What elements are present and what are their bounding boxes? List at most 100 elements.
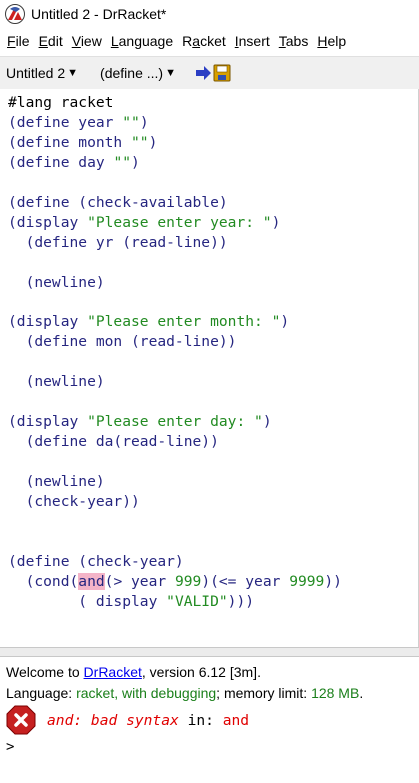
code-line: (cond(and(> year 999)(<= year 9999)) xyxy=(8,572,342,592)
menu-item[interactable]: Insert xyxy=(235,33,270,49)
code-token: "" xyxy=(113,153,132,171)
menu-item[interactable]: File xyxy=(7,33,30,49)
code-text[interactable]: #lang racket (define year "") (define mont… xyxy=(8,93,342,612)
menu-item-text: elp xyxy=(327,33,347,49)
code-line: (define month "") xyxy=(8,133,342,153)
code-token: (define year xyxy=(8,113,123,131)
code-token: (display xyxy=(8,313,88,331)
code-token: (cond( xyxy=(8,572,79,590)
code-token: 9999 xyxy=(289,572,325,590)
code-line: (define (check-year) xyxy=(8,552,342,572)
code-line: (newline) xyxy=(8,372,342,392)
definitions-editor[interactable]: #lang racket (define year "") (define mont… xyxy=(0,89,419,647)
code-token: (define da(read-line)) xyxy=(8,433,219,451)
code-token: "Please enter year: " xyxy=(87,213,272,231)
code-token: ) xyxy=(148,133,158,151)
menu-item-text: R xyxy=(182,33,193,49)
code-line: (newline) xyxy=(8,472,342,492)
definitions-dropdown-label: (define ...) xyxy=(100,65,164,81)
dropdown-arrow-icon: ▼ xyxy=(67,67,79,79)
code-line: (display "Please enter day: ") xyxy=(8,412,342,432)
menu-mnemonic: V xyxy=(71,33,81,49)
menu-mnemonic: H xyxy=(317,33,328,49)
menu-item[interactable]: Edit xyxy=(39,33,63,49)
title-bar: Untitled 2 - DrRacket* xyxy=(0,0,419,28)
language-end: . xyxy=(359,685,364,701)
repl-prompt[interactable]: > xyxy=(6,739,14,755)
window-title: Untitled 2 - DrRacket* xyxy=(31,6,167,22)
racket-logo-icon xyxy=(5,4,25,24)
menu-item-text: anguage xyxy=(118,33,174,49)
language-mid: ; memory limit: xyxy=(216,685,312,701)
code-line: (define year "") xyxy=(8,113,342,133)
error-x-icon[interactable] xyxy=(6,705,36,735)
menu-item[interactable]: Racket xyxy=(182,33,226,49)
code-token: (define mon (read-line)) xyxy=(8,333,237,351)
code-line: (newline) xyxy=(8,273,342,293)
pane-divider[interactable] xyxy=(0,647,419,657)
code-token: ( display xyxy=(8,592,167,610)
code-token: (check-year)) xyxy=(8,493,140,511)
dropdown-arrow-icon: ▼ xyxy=(165,67,176,79)
code-token: 999 xyxy=(174,572,202,590)
code-token: (define (check-year) xyxy=(8,552,184,570)
error-text: and: bad syntax xyxy=(47,711,179,729)
code-token: (define (check-available) xyxy=(8,193,228,211)
code-token: (display xyxy=(8,213,88,231)
code-line: (check-year)) xyxy=(8,492,342,512)
menu-item-text: cket xyxy=(200,33,226,49)
code-line: (define mon (read-line)) xyxy=(8,332,342,352)
menu-item[interactable]: View xyxy=(72,33,102,49)
code-line: (define day "") xyxy=(8,153,342,173)
code-token: (newline) xyxy=(8,273,105,291)
file-dropdown-button[interactable]: Untitled 2 ▼ xyxy=(6,65,78,81)
code-token: "Please enter month: " xyxy=(87,313,281,331)
language-name: racket, with debugging xyxy=(76,685,217,701)
menu-item-text: nsert xyxy=(238,33,270,49)
code-token: (display xyxy=(8,413,88,431)
drracket-link[interactable]: DrRacket xyxy=(84,664,142,680)
language-line: Language: racket, with debugging; memory… xyxy=(6,685,363,701)
menu-item-text: iew xyxy=(80,33,102,49)
code-line: (define (check-available) xyxy=(8,193,342,213)
toolbar: Untitled 2 ▼ (define ...) ▼ xyxy=(0,56,419,90)
menu-mnemonic: F xyxy=(7,33,16,49)
code-token: (define month xyxy=(8,133,132,151)
welcome-prefix: Welcome to xyxy=(6,664,84,680)
error-message: and: bad syntax in: and xyxy=(47,712,249,729)
menu-mnemonic: a xyxy=(192,33,201,49)
menu-item-text: ile xyxy=(15,33,30,49)
file-dropdown-label: Untitled 2 xyxy=(6,65,66,81)
code-token: ) xyxy=(262,413,272,431)
code-line: (define da(read-line)) xyxy=(8,432,342,452)
code-token: #lang racket xyxy=(8,94,114,111)
menu-bar: File Edit View Language Racket Insert Tabs Help xyxy=(0,30,419,52)
code-token: (> year xyxy=(104,572,175,590)
definitions-dropdown-button[interactable]: (define ...) ▼ xyxy=(100,65,176,81)
menu-item[interactable]: Language xyxy=(111,33,173,49)
menu-item[interactable]: Tabs xyxy=(279,33,309,49)
code-token: ))) xyxy=(227,592,255,610)
interactions-pane[interactable]: Welcome to DrRacket, version 6.12 [3m]. … xyxy=(0,657,419,783)
code-token: ) xyxy=(131,153,140,171)
welcome-line: Welcome to DrRacket, version 6.12 [3m]. xyxy=(6,664,261,680)
menu-item[interactable]: Help xyxy=(317,33,346,49)
error-expression: and xyxy=(222,711,250,729)
menu-mnemonic: L xyxy=(110,33,119,49)
code-token: (define day xyxy=(8,153,114,171)
save-disk-icon xyxy=(213,64,231,82)
menu-item-text: abs xyxy=(285,33,309,49)
code-token: "" xyxy=(131,133,149,151)
save-button[interactable] xyxy=(195,64,231,82)
code-line: ( display "VALID"))) xyxy=(8,592,342,612)
error-highlight-token: and xyxy=(78,572,105,590)
code-line: #lang racket xyxy=(8,93,342,113)
code-token: (newline) xyxy=(8,373,105,391)
welcome-suffix: , version 6.12 [3m]. xyxy=(141,664,261,680)
code-token: "VALID" xyxy=(166,592,228,610)
